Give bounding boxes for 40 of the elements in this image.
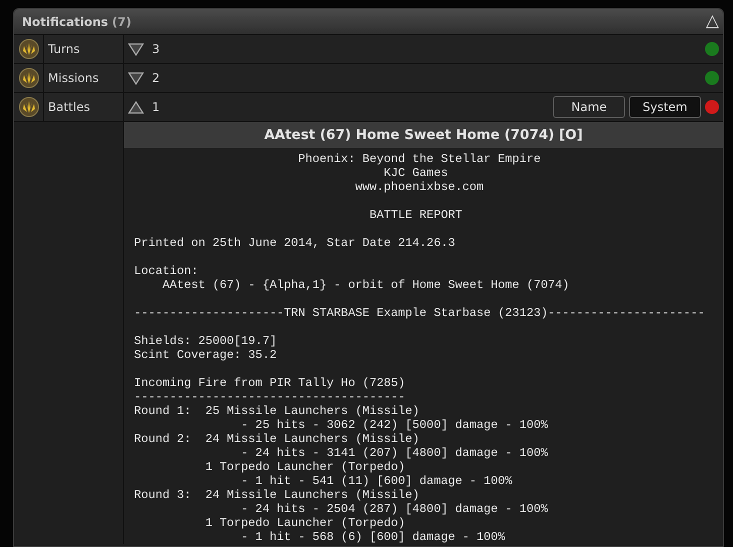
report-line: Round 1: 25 Missile Launchers (Missile)	[134, 404, 420, 418]
report-line: Printed on 25th June 2014, Star Date 214.26.3	[134, 236, 456, 250]
report-line: Shields: 25000[19.7]	[134, 334, 277, 348]
sort-button[interactable]: System	[629, 96, 701, 118]
report-line: 1 Torpedo Launcher (Torpedo)	[204, 460, 406, 474]
report-line: - 24 hits - 3141 (207) [4800] damage - 100%	[240, 446, 548, 460]
report-line: www.phoenixbse.com	[354, 180, 484, 194]
report-line: BATTLE REPORT	[368, 208, 462, 222]
sort-button[interactable]: Name	[553, 96, 625, 118]
emblem-icon	[18, 39, 38, 59]
collapse-button[interactable]: △	[706, 13, 719, 30]
category-label: Turns	[48, 42, 80, 56]
down-triangle-icon[interactable]	[128, 72, 144, 84]
category-label: Missions	[48, 71, 99, 85]
category-label: Battles	[48, 100, 90, 114]
emblem-icon	[18, 68, 38, 88]
report-line: KJC Games	[382, 166, 448, 180]
item-count: 3	[152, 42, 161, 56]
report-line: Scint Coverage: 35.2	[134, 348, 277, 362]
down-triangle-icon[interactable]	[128, 42, 144, 56]
report-line: - 24 hits - 2504 (287) [4800] damage - 100%	[240, 502, 548, 516]
emblem-icon	[18, 97, 38, 117]
up-triangle-icon[interactable]	[128, 100, 144, 114]
report-line: ---------------------TRN STARBASE Example Starbase (23123)----------------------	[134, 306, 705, 320]
report-line: Location:	[134, 264, 198, 278]
report-line: Phoenix: Beyond the Stellar Empire	[297, 152, 541, 166]
panel-title: Notifications	[22, 14, 108, 28]
notification-count: (7)	[112, 14, 132, 28]
report-title: AAtest (67) Home Sweet Home (7074) [O]	[264, 127, 583, 143]
report-line: Round 2: 24 Missile Launchers (Missile)	[134, 432, 420, 446]
report-line: 1 Torpedo Launcher (Torpedo)	[204, 516, 406, 530]
report-line: --------------------------------------	[134, 390, 406, 404]
report-line: - 25 hits - 3062 (242) [5000] damage - 100%	[240, 418, 548, 432]
report-line: - 1 hit - 541 (11) [600] damage - 100%	[240, 474, 512, 488]
report-line: - 1 hit - 568 (6) [600] damage - 100%	[240, 530, 506, 544]
report-line: Incoming Fire from PIR Tally Ho (7285)	[134, 376, 406, 390]
report-line: Round 3: 24 Missile Launchers (Missile)	[134, 488, 420, 502]
item-count: 1	[152, 100, 161, 114]
item-count: 2	[152, 71, 161, 85]
report-line: AAtest (67) - {Alpha,1} - orbit of Home Sweet Home (7074)	[162, 278, 570, 292]
